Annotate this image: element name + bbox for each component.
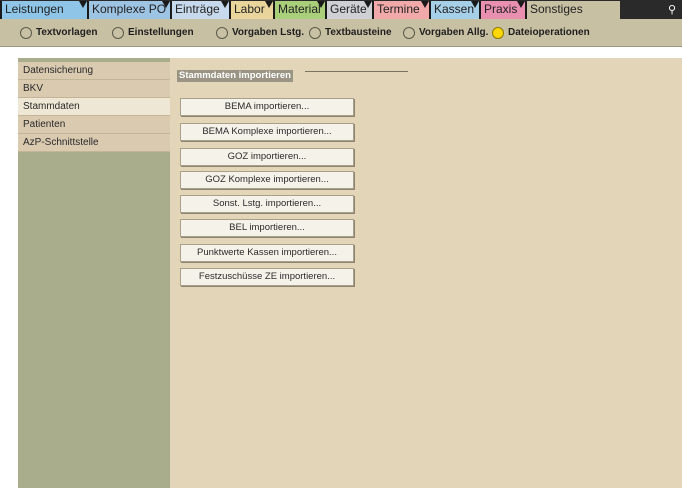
bema-import-button[interactable]: BEMA importieren... — [180, 98, 354, 116]
tab-label: Leistungen — [5, 2, 64, 16]
tab-praxis[interactable]: Praxis — [479, 1, 525, 19]
option-label-textvorlagen[interactable]: Textvorlagen — [36, 26, 98, 40]
sidebar-item-patienten[interactable]: Patienten — [18, 116, 170, 134]
option-bar: Textvorlagen Einstellungen Vorgaben Lstg… — [0, 19, 682, 47]
tab-label: Labor — [234, 2, 265, 16]
sidebar-item-azp-schnittstelle[interactable]: AzP-Schnittstelle — [18, 134, 170, 152]
option-label-textbausteine[interactable]: Textbausteine — [325, 26, 392, 40]
tab-label: Komplexe PO — [92, 2, 167, 16]
goz-import-button[interactable]: GOZ importieren... — [180, 148, 354, 166]
tab-label: Kassen — [434, 2, 475, 16]
tab-termine[interactable]: Termine — [372, 1, 429, 19]
sidebar-item-stammdaten[interactable]: Stammdaten — [18, 98, 170, 116]
app-window: Leistungen Komplexe PO Einträge Labor Ma… — [0, 0, 682, 488]
radio-vorgaben-lstg[interactable] — [216, 27, 228, 39]
radio-dateioperationen[interactable] — [492, 27, 504, 39]
option-label-vorgaben-lstg[interactable]: Vorgaben Lstg. — [232, 26, 304, 40]
option-label-dateioperationen[interactable]: Dateioperationen — [508, 26, 590, 40]
tab-sonstiges[interactable]: Sonstiges — [525, 1, 620, 19]
radio-textbausteine[interactable] — [309, 27, 321, 39]
tab-labor[interactable]: Labor — [229, 1, 273, 19]
key-icon[interactable]: ⚲ — [668, 3, 676, 16]
tab-label: Termine — [377, 2, 420, 16]
radio-textvorlagen[interactable] — [20, 27, 32, 39]
group-divider — [305, 71, 408, 72]
main-panel: Datensicherung BKV Stammdaten Patienten … — [18, 58, 682, 488]
option-label-vorgaben-allg[interactable]: Vorgaben Allg. — [419, 26, 488, 40]
festzuschuesse-ze-import-button[interactable]: Festzuschüsse ZE importieren... — [180, 268, 354, 286]
tab-label: Geräte — [330, 2, 367, 16]
option-label-einstellungen[interactable]: Einstellungen — [128, 26, 194, 40]
radio-einstellungen[interactable] — [112, 27, 124, 39]
sidebar-item-datensicherung[interactable]: Datensicherung — [18, 62, 170, 80]
tab-kassen[interactable]: Kassen — [429, 1, 479, 19]
main-tab-bar: Leistungen Komplexe PO Einträge Labor Ma… — [0, 0, 682, 19]
punktwerte-kassen-import-button[interactable]: Punktwerte Kassen importieren... — [180, 244, 354, 262]
tab-leistungen[interactable]: Leistungen — [0, 1, 87, 19]
radio-vorgaben-allg[interactable] — [403, 27, 415, 39]
tab-label: Praxis — [484, 2, 518, 16]
goz-komplexe-import-button[interactable]: GOZ Komplexe importieren... — [180, 171, 354, 189]
tab-eintraege[interactable]: Einträge — [170, 1, 229, 19]
tab-label: Einträge — [175, 2, 220, 16]
group-title: Stammdaten importieren — [177, 70, 293, 82]
tab-geraete[interactable]: Geräte — [325, 1, 372, 19]
sonst-lstg-import-button[interactable]: Sonst. Lstg. importieren... — [180, 195, 354, 213]
tab-label: Sonstiges — [530, 2, 583, 16]
bel-import-button[interactable]: BEL importieren... — [180, 219, 354, 237]
tab-label: Material — [278, 2, 321, 16]
sidebar: Datensicherung BKV Stammdaten Patienten … — [18, 58, 170, 488]
tab-bar-end: ⚲ — [620, 0, 682, 19]
sidebar-item-bkv[interactable]: BKV — [18, 80, 170, 98]
content-area: Stammdaten importieren BEMA importieren.… — [170, 58, 682, 488]
bema-komplexe-import-button[interactable]: BEMA Komplexe importieren... — [180, 123, 354, 141]
tab-komplexe-po[interactable]: Komplexe PO — [87, 1, 170, 19]
tab-material[interactable]: Material — [273, 1, 325, 19]
